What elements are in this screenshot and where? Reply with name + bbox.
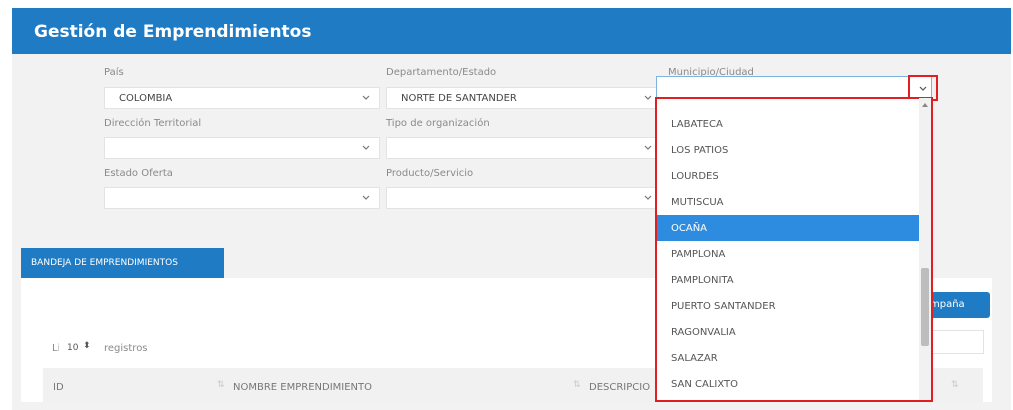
municipio-option-label: LOURDES	[671, 171, 719, 182]
sort-icon[interactable]: ⇅	[573, 380, 581, 390]
municipio-option-label: LOS PATIOS	[671, 145, 729, 156]
municipio-option-label: SAN CALIXTO	[671, 379, 739, 390]
chevron-down-icon	[643, 143, 653, 153]
tab-bandeja[interactable]: BANDEJA DE EMPRENDIMIENTOS	[21, 248, 224, 278]
page-size-value: 10	[67, 343, 79, 353]
scroll-up-icon[interactable]	[921, 102, 929, 108]
page-size-select[interactable]: 10 ⬍	[59, 338, 95, 358]
page-title: Gestión de Emprendimientos	[34, 22, 312, 42]
municipio-option[interactable]: SAN CAYETANO	[657, 397, 919, 400]
departamento-label: Departamento/Estado	[386, 67, 497, 78]
scrollbar-thumb[interactable]	[921, 268, 929, 346]
chevron-down-icon	[361, 93, 371, 103]
sort-icon[interactable]: ⇅	[217, 380, 225, 390]
municipio-option[interactable]: SAN CALIXTO	[657, 371, 919, 397]
tipo-label: Tipo de organización	[386, 118, 490, 129]
campana-button-label: mpaña	[930, 299, 965, 310]
municipio-option[interactable]: PAMPLONA	[657, 241, 919, 267]
direccion-select[interactable]	[104, 137, 380, 159]
municipio-option[interactable]: MUTISCUA	[657, 189, 919, 215]
chevron-down-icon	[361, 193, 371, 203]
pais-value: COLOMBIA	[119, 93, 173, 104]
tab-bandeja-label: BANDEJA DE EMPRENDIMIENTOS	[31, 258, 178, 268]
producto-label: Producto/Servicio	[386, 168, 474, 179]
registros-label: registros	[104, 343, 148, 354]
municipio-option-label: OCAÑA	[671, 223, 708, 234]
municipio-option-label: PAMPLONITA	[671, 275, 734, 286]
chevron-down-icon	[643, 93, 653, 103]
municipio-option-label: PUERTO SANTANDER	[671, 301, 776, 312]
municipio-option[interactable]: OCAÑA	[657, 215, 919, 241]
dropdown-scrollbar[interactable]	[919, 98, 931, 400]
col-nombre[interactable]: NOMBRE EMPRENDIMIENTO	[233, 382, 372, 393]
municipio-option[interactable]: PAMPLONITA	[657, 267, 919, 293]
municipio-option[interactable]: PUERTO SANTANDER	[657, 293, 919, 319]
estado-label: Estado Oferta	[104, 168, 173, 179]
municipio-option[interactable]: RAGONVALIA	[657, 319, 919, 345]
sort-icon[interactable]: ⇅	[951, 380, 959, 390]
header-bar: Gestión de Emprendimientos	[12, 8, 1011, 54]
col-id[interactable]: ID	[53, 382, 64, 393]
municipio-option[interactable]: LABATECA	[657, 111, 919, 137]
updown-icon: ⬍	[83, 341, 91, 351]
estado-select[interactable]	[104, 187, 380, 209]
producto-select[interactable]	[386, 187, 662, 209]
tipo-select[interactable]	[386, 137, 662, 159]
chevron-down-icon	[361, 143, 371, 153]
municipio-option-label: PAMPLONA	[671, 249, 726, 260]
municipio-option-label: SALAZAR	[671, 353, 718, 364]
chevron-down-icon	[919, 86, 927, 91]
municipio-option-label: RAGONVALIA	[671, 327, 736, 338]
municipio-option[interactable]: LOS PATIOS	[657, 137, 919, 163]
municipio-dropdown-list: LABATECA LOS PATIOS LOURDES MUTISCUA OCAÑA PA…	[655, 97, 933, 402]
pais-select[interactable]: COLOMBIA	[104, 87, 380, 109]
chevron-down-icon	[643, 193, 653, 203]
municipio-option-label: LABATECA	[671, 119, 723, 130]
departamento-value: NORTE DE SANTANDER	[401, 93, 517, 104]
municipio-option[interactable]: SALAZAR	[657, 345, 919, 371]
municipio-option-label: MUTISCUA	[671, 197, 724, 208]
direccion-label: Dirección Territorial	[104, 118, 202, 129]
col-descripcion[interactable]: DESCRIPCIO	[589, 382, 650, 393]
pais-label: País	[104, 67, 124, 78]
municipio-option[interactable]: LOURDES	[657, 163, 919, 189]
departamento-select[interactable]: NORTE DE SANTANDER	[386, 87, 662, 109]
